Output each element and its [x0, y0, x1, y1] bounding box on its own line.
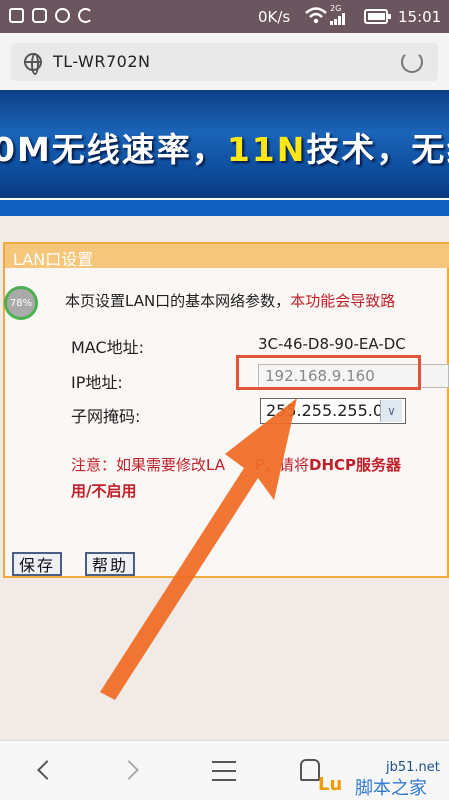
annotation-arrow [100, 398, 297, 700]
back-icon[interactable] [37, 760, 57, 780]
save-button[interactable]: 保存 [12, 552, 63, 576]
phone-screen: 0K/s 2G 15:01 TL-WR702N 0M无线速率，11N技术，无线生 [0, 0, 449, 800]
home-icon[interactable] [300, 759, 320, 781]
forward-icon[interactable] [119, 760, 139, 780]
watermark-brand-a: Lu [318, 774, 343, 795]
watermark-brand-b: 脚本之家 [355, 778, 427, 799]
watermark-site: jb51.net [386, 760, 440, 775]
menu-icon[interactable] [212, 761, 236, 781]
help-button[interactable]: 帮助 [85, 552, 136, 576]
